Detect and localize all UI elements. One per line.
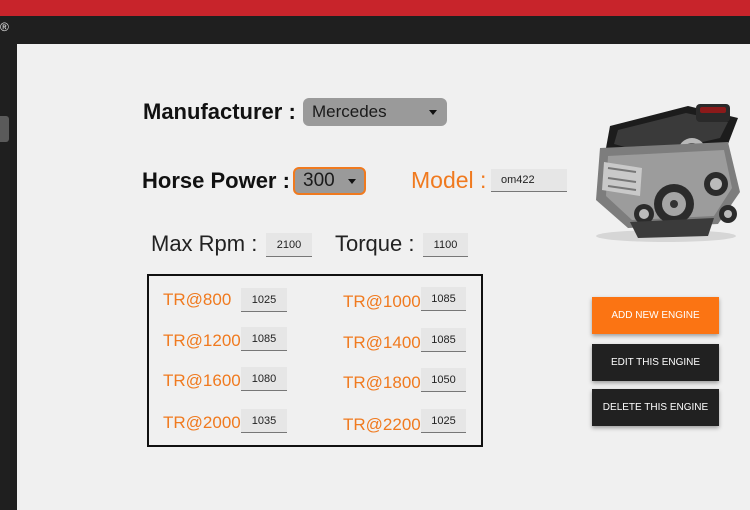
max-rpm-label: Max Rpm : <box>151 231 258 256</box>
tr-label: TR@1600 <box>163 371 241 390</box>
tr-field[interactable]: 1080 <box>241 367 287 391</box>
tr-field[interactable]: 1035 <box>241 409 287 433</box>
add-engine-button[interactable]: ADD NEW ENGINE <box>592 297 719 334</box>
side-drawer-handle[interactable] <box>0 116 9 142</box>
tr-label: TR@2200 <box>343 415 421 434</box>
tr-field[interactable]: 1050 <box>421 368 466 392</box>
torque-field[interactable]: 1100 <box>423 233 468 257</box>
tr-label: TR@1800 <box>343 373 421 392</box>
chevron-down-icon <box>429 109 437 115</box>
chevron-down-icon <box>348 178 356 184</box>
horse-power-label: Horse Power : <box>142 168 290 193</box>
model-label: Model : <box>411 167 487 193</box>
edit-engine-button[interactable]: EDIT THIS ENGINE <box>592 344 719 381</box>
manufacturer-label: Manufacturer : <box>143 99 296 124</box>
horse-power-value: 300 <box>303 170 335 191</box>
engine-image <box>596 104 740 242</box>
tr-field[interactable]: 1085 <box>421 328 466 352</box>
tr-field[interactable]: 1025 <box>421 409 466 433</box>
delete-engine-button[interactable]: DELETE THIS ENGINE <box>592 389 719 426</box>
top-accent-bar <box>0 0 750 16</box>
manufacturer-select[interactable]: Mercedes <box>303 98 447 126</box>
tr-label: TR@1200 <box>163 331 241 350</box>
tr-field[interactable]: 1085 <box>241 327 287 351</box>
tr-field[interactable]: 1085 <box>421 287 466 311</box>
title-mark: ® <box>0 20 9 34</box>
tr-label: TR@800 <box>163 290 232 309</box>
max-rpm-field[interactable]: 2100 <box>266 233 312 257</box>
tr-field[interactable]: 1025 <box>241 288 287 312</box>
torque-label: Torque : <box>335 231 415 256</box>
tr-label: TR@2000 <box>163 413 241 432</box>
title-bar <box>0 16 750 44</box>
horse-power-select[interactable]: 300 <box>293 167 366 195</box>
manufacturer-value: Mercedes <box>312 102 387 121</box>
model-field[interactable]: om422 <box>491 169 567 192</box>
tr-label: TR@1000 <box>343 292 421 311</box>
tr-label: TR@1400 <box>343 333 421 352</box>
